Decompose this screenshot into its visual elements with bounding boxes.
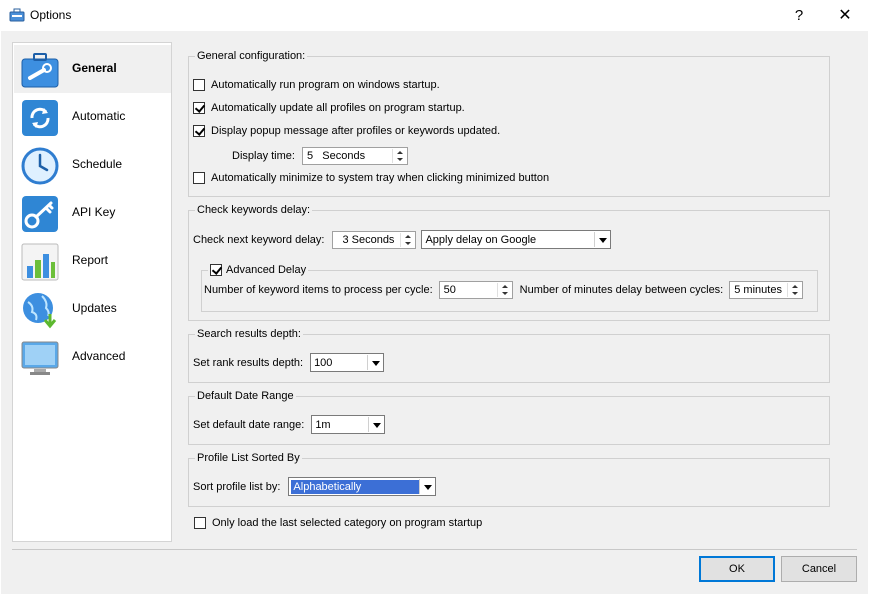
sidebar-item-label: Automatic — [72, 109, 126, 123]
footer-divider — [12, 549, 857, 550]
advanced-delay-row: Number of keyword items to process per c… — [204, 281, 804, 299]
next-keyword-delay-row: Check next keyword delay: 3 Seconds Appl… — [193, 230, 612, 249]
minutes-between-cycles-label: Number of minutes delay between cycles: — [519, 284, 724, 296]
monitor-icon — [21, 341, 59, 375]
globe-download-icon — [23, 293, 57, 329]
sidebar-item-report[interactable]: Report — [14, 237, 171, 285]
spinner-arrows-icon[interactable] — [787, 283, 801, 297]
key-icon — [22, 196, 58, 232]
spinner-arrows-icon[interactable] — [496, 283, 511, 297]
sidebar-item-updates[interactable]: Updates — [14, 285, 171, 333]
auto-update-profiles-checkbox[interactable] — [193, 102, 205, 114]
advanced-delay-checkbox[interactable] — [210, 264, 222, 276]
sidebar-item-api-key[interactable]: API Key — [14, 189, 171, 237]
apply-delay-dropdown[interactable]: Apply delay on Google — [421, 230, 612, 249]
option-label: Automatically minimize to system tray wh… — [211, 172, 550, 184]
dropdown-value: 1m — [315, 418, 331, 431]
window-title: Options — [30, 8, 72, 22]
dropdown-value: 100 — [314, 356, 333, 369]
date-range-label: Set default date range: — [193, 418, 305, 431]
spinner-value: 50 — [443, 284, 456, 296]
spinner-arrows-icon[interactable] — [400, 232, 414, 247]
chevron-down-icon[interactable] — [419, 479, 435, 494]
auto-update-profiles-option[interactable]: Automatically update all profiles on pro… — [193, 102, 465, 114]
date-range-row: Set default date range: 1m — [193, 415, 386, 434]
items-per-cycle-label: Number of keyword items to process per c… — [204, 284, 433, 296]
group-legend: Search results depth: — [197, 328, 301, 340]
minutes-between-cycles-spinner[interactable]: 5 minutes — [729, 281, 804, 299]
help-button[interactable]: ? — [776, 0, 822, 31]
group-legend: Default Date Range — [197, 390, 294, 402]
close-button[interactable]: ✕ — [822, 0, 868, 31]
last-category-option[interactable]: Only load the last selected category on … — [194, 517, 482, 529]
sidebar-item-label: API Key — [72, 205, 116, 219]
spinner-value: 5 Seconds — [306, 150, 366, 162]
display-time-label: Display time: — [232, 150, 295, 162]
last-category-checkbox[interactable] — [194, 517, 206, 529]
sidebar-item-label: Advanced — [72, 349, 126, 363]
group-legend: Profile List Sorted By — [197, 452, 300, 464]
sidebar-item-label: Updates — [72, 301, 117, 315]
next-keyword-delay-label: Check next keyword delay: — [193, 233, 325, 246]
rank-depth-row: Set rank results depth: 100 — [193, 353, 385, 372]
ok-button[interactable]: OK — [699, 556, 775, 582]
display-time-spinner[interactable]: 5 Seconds — [301, 147, 408, 165]
sidebar-item-label: Schedule — [72, 157, 123, 171]
sidebar-item-schedule[interactable]: Schedule — [14, 141, 171, 189]
cancel-button[interactable]: Cancel — [781, 556, 857, 582]
chevron-down-icon[interactable] — [594, 232, 610, 247]
display-popup-option[interactable]: Display popup message after profiles or … — [193, 125, 500, 137]
sort-profile-label: Sort profile list by: — [193, 480, 281, 493]
sidebar-item-label: General — [72, 61, 117, 75]
spinner-value: 5 minutes — [734, 284, 782, 296]
option-label: Display popup message after profiles or … — [211, 125, 501, 137]
spinner-value: 3 Seconds — [342, 233, 395, 246]
sidebar-item-general[interactable]: General — [14, 45, 171, 93]
chevron-down-icon[interactable] — [367, 355, 383, 370]
group-legend: General configuration: — [197, 50, 306, 62]
minimize-to-tray-checkbox[interactable] — [193, 172, 205, 184]
rank-depth-dropdown[interactable]: 100 — [310, 353, 385, 372]
wrench-briefcase-icon — [21, 53, 59, 88]
option-label: Automatically run program on windows sta… — [211, 79, 440, 91]
sort-profile-dropdown[interactable]: Alphabetically — [288, 477, 437, 496]
display-time-row: Display time: 5 Seconds — [232, 147, 408, 165]
run-on-startup-checkbox[interactable] — [193, 79, 205, 91]
options-app-icon — [9, 8, 25, 22]
sort-profile-row: Sort profile list by: Alphabetically — [193, 477, 437, 496]
next-keyword-delay-spinner[interactable]: 3 Seconds — [332, 230, 417, 249]
items-per-cycle-spinner[interactable]: 50 — [438, 281, 513, 299]
sidebar-item-automatic[interactable]: Automatic — [14, 93, 171, 141]
spinner-arrows-icon[interactable] — [391, 149, 406, 163]
option-label: Only load the last selected category on … — [212, 517, 483, 529]
advanced-delay-legend[interactable]: Advanced Delay — [208, 264, 308, 276]
advanced-delay-label: Advanced Delay — [226, 264, 307, 276]
clock-icon — [21, 147, 59, 185]
sidebar-item-label: Report — [72, 253, 109, 267]
title-bar: Options ? ✕ — [0, 0, 869, 31]
general-settings-panel: General configuration: Automatically run… — [181, 42, 857, 542]
dropdown-value: Alphabetically — [291, 479, 420, 494]
run-on-startup-option[interactable]: Automatically run program on windows sta… — [193, 79, 440, 91]
sidebar-item-advanced[interactable]: Advanced — [14, 333, 171, 381]
bar-chart-icon — [21, 243, 59, 281]
display-popup-checkbox[interactable] — [193, 125, 205, 137]
minimize-to-tray-option[interactable]: Automatically minimize to system tray wh… — [193, 172, 549, 184]
dropdown-value: Apply delay on Google — [425, 233, 537, 246]
rank-depth-label: Set rank results depth: — [193, 356, 304, 369]
group-legend: Check keywords delay: — [197, 204, 311, 216]
options-sidebar: General Automatic Schedule API Key Repor… — [12, 42, 172, 542]
chevron-down-icon[interactable] — [368, 417, 384, 432]
option-label: Automatically update all profiles on pro… — [211, 102, 465, 114]
date-range-dropdown[interactable]: 1m — [311, 415, 386, 434]
refresh-arrows-icon — [22, 100, 58, 136]
dialog-body: General Automatic Schedule API Key Repor… — [1, 31, 868, 594]
